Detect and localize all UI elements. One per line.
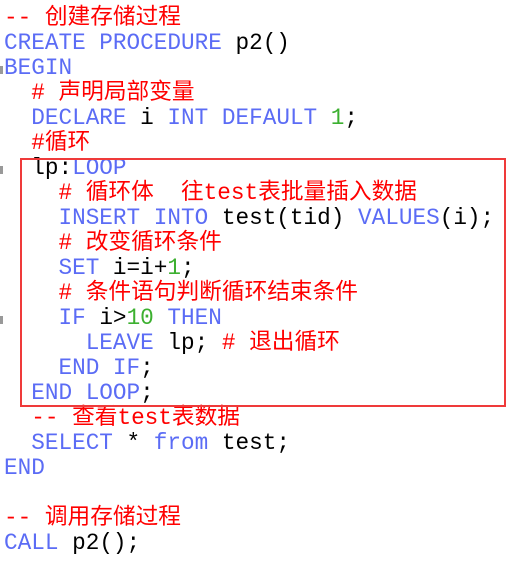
code-token-cm: # 声明局部变量: [4, 80, 195, 106]
code-token-tx: i: [126, 105, 168, 131]
code-token-kw: DECLARE: [4, 105, 127, 131]
code-line: CREATE PROCEDURE p2(): [4, 31, 494, 56]
code-line: -- 调用存储过程: [4, 506, 494, 531]
code-token-tx: p2();: [58, 530, 141, 556]
code-line: -- 创建存储过程: [4, 6, 494, 31]
code-line: -- 查看test表数据: [4, 406, 494, 431]
code-line: # 声明局部变量: [4, 81, 494, 106]
fold-marker-icon[interactable]: [0, 66, 3, 74]
code-line: BEGIN: [4, 56, 494, 81]
code-token-tx: test;: [208, 430, 290, 456]
code-token-tx: [317, 105, 331, 131]
code-token-cm: -- 调用存储过程: [4, 505, 181, 531]
loop-highlight-box: [20, 158, 506, 407]
code-token-kw: BEGIN: [4, 55, 73, 81]
code-token-num: 1: [330, 105, 345, 131]
code-line: END: [4, 456, 494, 481]
code-token-cm: -- 查看test表数据: [4, 405, 240, 431]
code-token-kw: from: [153, 430, 209, 456]
code-line: DECLARE i INT DEFAULT 1;: [4, 106, 494, 131]
code-token-cm: -- 创建存储过程: [4, 5, 181, 31]
fold-marker-icon[interactable]: [0, 316, 3, 324]
code-token-kw: CREATE PROCEDURE: [4, 30, 222, 56]
code-token-tx: p2(): [221, 30, 290, 56]
code-token-kw: CALL: [4, 530, 59, 556]
code-token-kw: INT DEFAULT: [167, 105, 318, 131]
code-line: CALL p2();: [4, 531, 494, 556]
code-line: SELECT * from test;: [4, 431, 494, 456]
code-token-tx: *: [112, 430, 154, 456]
code-token-kw: SELECT: [4, 430, 113, 456]
code-token-kw: END: [4, 455, 45, 481]
code-token-cm: #循环: [4, 130, 91, 156]
code-line: #循环: [4, 131, 494, 156]
fold-marker-icon[interactable]: [0, 166, 3, 174]
code-token-tx: ;: [344, 105, 359, 131]
